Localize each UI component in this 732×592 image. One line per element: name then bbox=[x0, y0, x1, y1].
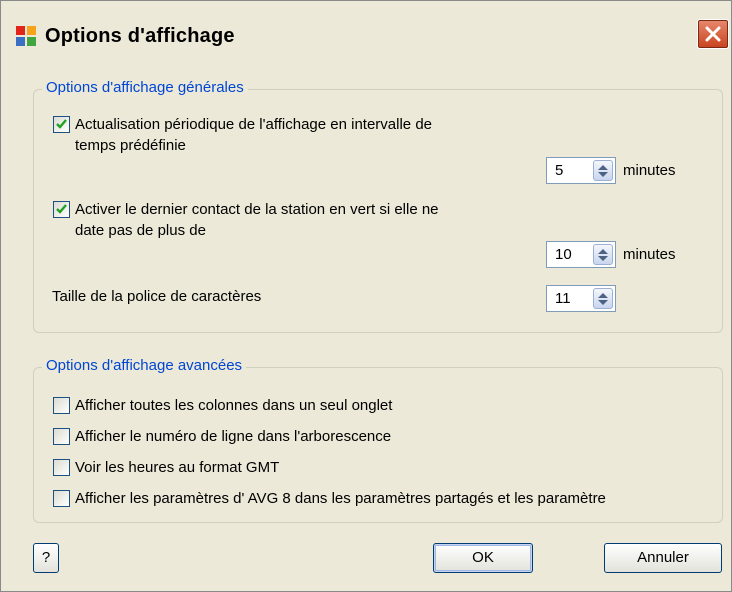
green-contact-stepper[interactable]: 10 bbox=[546, 241, 616, 268]
green-contact-unit: minutes bbox=[623, 246, 676, 263]
font-size-label: Taille de la police de caractères bbox=[52, 288, 262, 305]
spin-arrows-icon bbox=[598, 249, 608, 261]
checkmark-icon bbox=[56, 204, 67, 214]
font-size-value: 11 bbox=[555, 290, 571, 307]
options-dialog: Options d'affichage Options d'affichage … bbox=[0, 0, 732, 592]
all-columns-checkbox[interactable] bbox=[53, 397, 70, 414]
spin-arrows-icon bbox=[598, 165, 608, 177]
all-columns-label: Afficher toutes les colonnes dans un seu… bbox=[75, 397, 393, 414]
refresh-interval-stepper[interactable]: 5 bbox=[546, 157, 616, 184]
refresh-label-line2: temps prédéfinie bbox=[75, 137, 186, 154]
refresh-label-line1: Actualisation périodique de l'affichage … bbox=[75, 116, 432, 133]
green-contact-value: 10 bbox=[555, 246, 572, 263]
help-button[interactable]: ? bbox=[33, 543, 59, 573]
green-contact-label-line2: date pas de plus de bbox=[75, 222, 206, 239]
avg-logo-icon bbox=[16, 26, 36, 46]
line-number-checkbox[interactable] bbox=[53, 428, 70, 445]
title-bar[interactable]: Options d'affichage bbox=[1, 1, 731, 49]
font-size-spin-buttons[interactable] bbox=[593, 288, 613, 309]
window-title: Options d'affichage bbox=[45, 25, 235, 47]
refresh-unit: minutes bbox=[623, 162, 676, 179]
gmt-checkbox[interactable] bbox=[53, 459, 70, 476]
spin-arrows-icon bbox=[598, 293, 608, 305]
close-button[interactable] bbox=[697, 19, 729, 49]
green-contact-label-line1: Activer le dernier contact de la station… bbox=[75, 201, 439, 218]
checkmark-icon bbox=[56, 119, 67, 129]
refresh-interval-value: 5 bbox=[555, 162, 564, 179]
cancel-button[interactable]: Annuler bbox=[604, 543, 722, 573]
green-contact-spin-buttons[interactable] bbox=[593, 244, 613, 265]
advanced-options-label: Options d'affichage avancées bbox=[42, 357, 247, 374]
line-number-label: Afficher le numéro de ligne dans l'arbor… bbox=[75, 428, 392, 445]
general-options-label: Options d'affichage générales bbox=[42, 79, 248, 96]
font-size-stepper[interactable]: 11 bbox=[546, 285, 616, 312]
gmt-label: Voir les heures au format GMT bbox=[75, 459, 280, 476]
avg8-settings-label: Afficher les paramètres d' AVG 8 dans le… bbox=[75, 490, 606, 507]
avg8-settings-checkbox[interactable] bbox=[53, 490, 70, 507]
ok-button[interactable]: OK bbox=[433, 543, 533, 573]
refresh-interval-spin-buttons[interactable] bbox=[593, 160, 613, 181]
green-contact-checkbox[interactable] bbox=[53, 201, 70, 218]
close-icon bbox=[705, 26, 721, 42]
refresh-checkbox[interactable] bbox=[53, 116, 70, 133]
